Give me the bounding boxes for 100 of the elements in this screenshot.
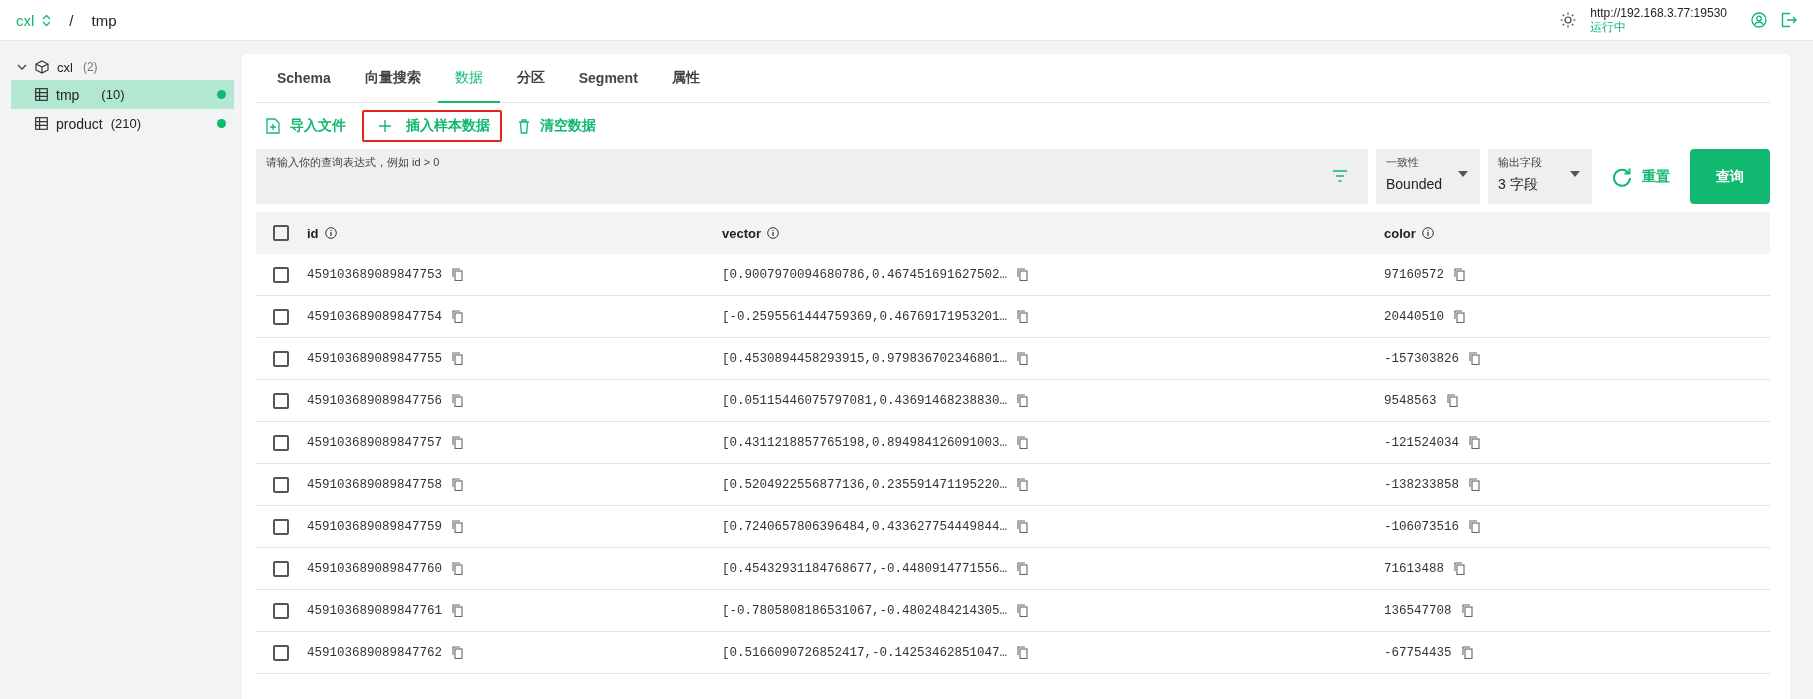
copy-icon[interactable] — [1454, 310, 1465, 323]
copy-icon[interactable] — [1469, 352, 1480, 365]
copy-icon[interactable] — [452, 604, 464, 617]
copy-icon[interactable] — [452, 310, 464, 323]
output-fields-select[interactable]: 输出字段 3 字段 — [1488, 149, 1592, 204]
table-cell: 97160572 — [1384, 267, 1444, 282]
breadcrumb-separator: / — [69, 11, 74, 29]
table-cell: -106073516 — [1384, 519, 1459, 534]
row-checkbox[interactable] — [273, 602, 289, 619]
collection-tree-item[interactable]: tmp (10) — [11, 80, 234, 109]
table-cell: [0.5166090726852417,-0.14253462851047… — [722, 645, 1008, 660]
copy-icon[interactable] — [452, 646, 464, 659]
column-header: color — [1384, 225, 1416, 241]
table-cell: [0.05115446075797081,0.43691468238830… — [722, 393, 1008, 408]
table-cell: [0.45432931184768677,-0.4480914771556… — [722, 561, 1008, 576]
tab[interactable]: Segment — [561, 54, 655, 103]
copy-icon[interactable] — [1461, 646, 1473, 659]
copy-icon[interactable] — [1017, 646, 1029, 659]
copy-icon[interactable] — [1017, 520, 1029, 533]
table-cell: 459103689089847762 — [307, 645, 443, 660]
row-checkbox[interactable] — [273, 476, 289, 493]
collection-name: tmp — [91, 11, 117, 29]
column-header: id — [307, 225, 319, 241]
table-icon — [35, 117, 48, 130]
table-cell: 459103689089847760 — [307, 561, 443, 576]
row-checkbox[interactable] — [273, 392, 289, 409]
table-cell: 71613488 — [1384, 561, 1444, 576]
copy-icon[interactable] — [1017, 352, 1029, 365]
row-checkbox[interactable] — [273, 350, 289, 367]
copy-icon[interactable] — [1017, 394, 1029, 407]
info-icon — [324, 227, 337, 239]
tab[interactable]: 向量搜索 — [347, 54, 438, 103]
tab[interactable]: 分区 — [499, 54, 562, 103]
dropdown-arrow-icon — [1458, 171, 1468, 177]
table-cell: 20440510 — [1384, 309, 1444, 324]
row-checkbox[interactable] — [273, 266, 289, 283]
chevron-down-icon[interactable] — [17, 62, 27, 72]
copy-icon[interactable] — [1017, 268, 1029, 281]
theme-sun-icon[interactable] — [1560, 12, 1577, 28]
select-all-checkbox[interactable] — [273, 225, 289, 241]
table-cell: -67754435 — [1384, 645, 1452, 660]
row-checkbox[interactable] — [273, 644, 289, 661]
tab[interactable]: Schema — [260, 54, 348, 103]
table-cell: [0.7240657806396484,0.433627754449844… — [722, 519, 1008, 534]
copy-icon[interactable] — [1469, 436, 1480, 449]
table-cell: 459103689089847754 — [307, 309, 443, 324]
table-cell: 459103689089847761 — [307, 603, 443, 618]
table-cell: [-0.7805808186531067,-0.4802484214305… — [722, 603, 1008, 618]
copy-icon[interactable] — [1461, 604, 1473, 617]
copy-icon[interactable] — [1446, 394, 1458, 407]
chevron-updown-icon[interactable] — [42, 13, 52, 27]
file-plus-icon — [266, 118, 280, 134]
refresh-icon — [1612, 166, 1632, 187]
copy-icon[interactable] — [452, 436, 464, 449]
table-cell: 459103689089847755 — [307, 351, 443, 366]
info-icon — [767, 227, 780, 239]
collection-tree-item[interactable]: product (210) — [11, 109, 234, 138]
copy-icon[interactable] — [1454, 562, 1465, 575]
table-cell: -121524034 — [1384, 435, 1459, 450]
table-cell: [-0.2595561444759369,0.46769171953201… — [722, 309, 1008, 324]
database-tree-item[interactable]: cxl (2) — [11, 54, 234, 80]
table-cell: -157303826 — [1384, 351, 1459, 366]
server-status: 运行中 — [1590, 20, 1628, 34]
row-checkbox[interactable] — [273, 518, 289, 535]
consistency-select[interactable]: 一致性 Bounded — [1376, 149, 1480, 204]
table-cell: 459103689089847756 — [307, 393, 443, 408]
copy-icon[interactable] — [452, 520, 464, 533]
copy-icon[interactable] — [452, 268, 464, 281]
table-cell: 9548563 — [1384, 393, 1437, 408]
table-cell: [0.4530894458293915,0.979836702346801… — [722, 351, 1008, 366]
copy-icon[interactable] — [1454, 268, 1465, 281]
copy-icon[interactable] — [452, 562, 464, 575]
table-cell: 459103689089847753 — [307, 267, 443, 282]
copy-icon[interactable] — [1017, 562, 1029, 575]
row-checkbox[interactable] — [273, 308, 289, 325]
logout-icon[interactable] — [1781, 12, 1797, 28]
row-checkbox[interactable] — [273, 434, 289, 451]
copy-icon[interactable] — [1017, 310, 1029, 323]
table-cell: 459103689089847757 — [307, 435, 443, 450]
copy-icon[interactable] — [1017, 436, 1029, 449]
table-cell: 136547708 — [1384, 603, 1452, 618]
copy-icon[interactable] — [1017, 478, 1029, 491]
table-icon — [35, 88, 48, 101]
copy-icon[interactable] — [1469, 520, 1480, 533]
copy-icon[interactable] — [452, 394, 464, 407]
table-cell: 459103689089847758 — [307, 477, 443, 492]
column-header: vector — [722, 225, 762, 241]
copy-icon[interactable] — [452, 352, 464, 365]
copy-icon[interactable] — [1469, 478, 1480, 491]
table-cell: [0.4311218857765198,0.894984126091003… — [722, 435, 1008, 450]
copy-icon[interactable] — [1017, 604, 1029, 617]
row-checkbox[interactable] — [273, 560, 289, 577]
dropdown-arrow-icon — [1570, 171, 1580, 177]
query-expression-field[interactable]: 请输入你的查询表达式，例如 id > 0 — [256, 149, 1368, 204]
table-cell: [0.9007970094680786,0.467451691627502… — [722, 267, 1008, 282]
table-cell: 459103689089847759 — [307, 519, 443, 534]
table-cell: -138233858 — [1384, 477, 1459, 492]
user-icon[interactable] — [1751, 12, 1767, 28]
tab[interactable]: 属性 — [654, 54, 717, 103]
copy-icon[interactable] — [452, 478, 464, 491]
